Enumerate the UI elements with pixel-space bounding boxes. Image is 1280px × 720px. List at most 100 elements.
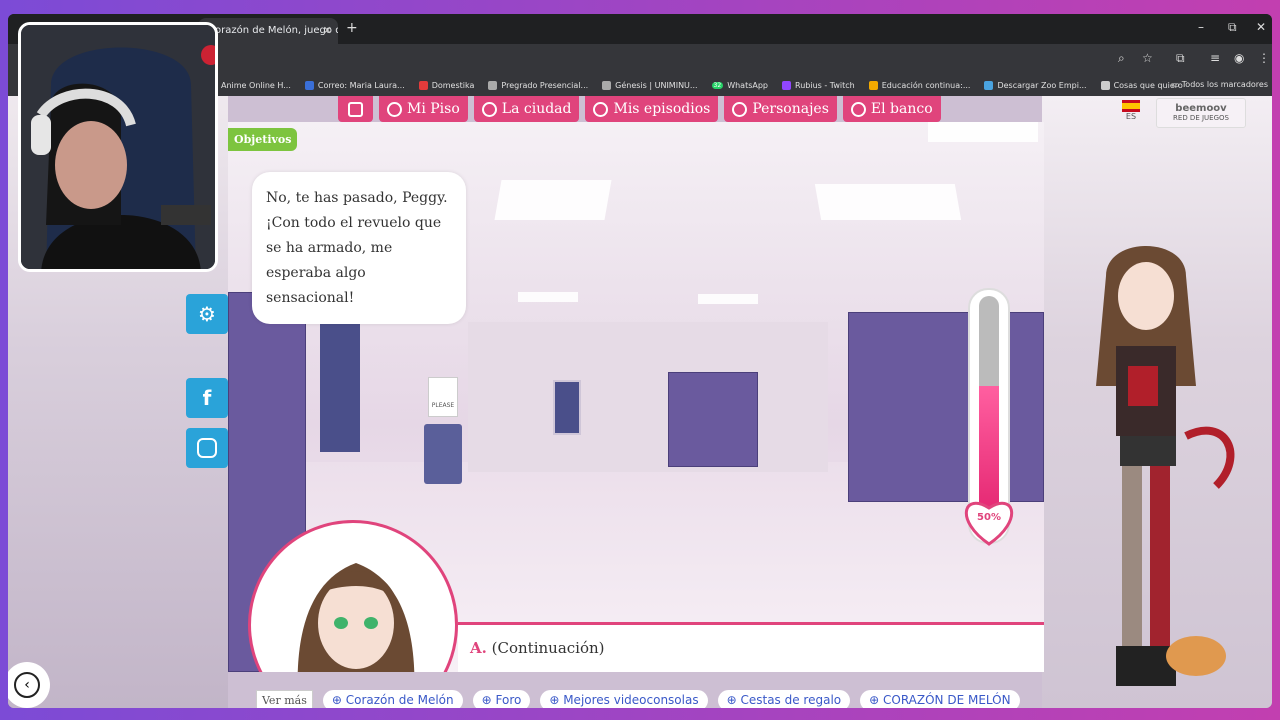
bookmark-label: WhatsApp (727, 80, 769, 90)
beemoov-logo[interactable]: beemoov RED DE JUEGOS (1156, 98, 1246, 128)
bookmark-icon (984, 80, 994, 90)
choice-option[interactable]: A. (Continuación) (470, 639, 605, 657)
bookmark-label: Génesis | UNIMINU... (615, 80, 698, 90)
minimize-button[interactable]: – (1198, 20, 1204, 34)
plus-circle-icon: ⊕ (331, 693, 346, 707)
game-scene: PLEASE Objetivos No, te has pasado, Pegg… (228, 122, 1044, 672)
bookmark-item[interactable]: Pregrado Presencial... (488, 80, 589, 90)
nav-mis-episodios[interactable]: Mis episodios (585, 96, 719, 122)
plus-circle-icon: ⊕ (549, 693, 564, 707)
bookmark-label: Pregrado Presencial... (501, 80, 589, 90)
footer-link[interactable]: ⊕ Cestas de regalo (717, 690, 851, 708)
star-icon[interactable]: ☆ (1142, 51, 1153, 65)
footer-link-label: Mejores videoconsolas (563, 693, 699, 707)
bookmark-icon (418, 80, 428, 90)
bookmark-label: Domestika (431, 80, 475, 90)
bookmark-icon (1100, 80, 1110, 90)
recycle-sign: PLEASE (428, 377, 458, 417)
objectives-button[interactable]: Objetivos (228, 128, 298, 151)
back-door (553, 380, 581, 435)
bookmark-item[interactable]: 32 WhatsApp (711, 80, 769, 90)
dialogue-bubble: No, te has pasado, Peggy. ¡Con todo el r… (252, 172, 466, 324)
hallway-back-wall (468, 322, 828, 472)
tab-title: Corazón de Melón, juego de ar (208, 25, 338, 36)
bookmark-icon (602, 80, 612, 90)
ceiling-light (698, 294, 758, 304)
plus-circle-icon: ⊕ (726, 693, 741, 707)
footer-link-label: Foro (495, 693, 522, 707)
profile-icon[interactable]: ◉ (1234, 51, 1244, 65)
language-selector[interactable]: ES (1120, 100, 1142, 124)
settings-button[interactable]: ⚙ (186, 294, 228, 334)
bookmark-item[interactable]: Correo: Maria Laura... (304, 80, 405, 90)
restore-button[interactable]: ⧉ (1228, 20, 1237, 35)
footer-link[interactable]: ⊕ Foro (472, 690, 531, 708)
new-tab-button[interactable]: + (346, 20, 358, 36)
see-more-button[interactable]: Ver más (256, 690, 313, 708)
ceiling-light (494, 180, 612, 220)
footer-link-label: Corazón de Melón (345, 693, 454, 707)
bookmark-item[interactable]: Educación continua:... (868, 80, 971, 90)
bookmark-icon (782, 80, 792, 90)
bookmark-item[interactable]: Rubius - Twitch (782, 80, 855, 90)
ceiling-light (928, 122, 1038, 142)
bookmark-label: Correo: Maria Laura... (317, 80, 405, 90)
playlist-icon[interactable]: ≡ (1210, 51, 1220, 65)
zoom-icon[interactable]: ⌕ (1118, 51, 1125, 66)
game-nav: Mi Piso La ciudad Mis episodios Personaj… (338, 96, 941, 122)
bookmark-icon (488, 80, 498, 90)
bookmark-item[interactable]: Cosas que quiero (1100, 80, 1183, 90)
whatsapp-badge: 32 (711, 81, 724, 89)
heart-icon (732, 101, 748, 117)
tab-close-icon[interactable]: ✕ (323, 24, 332, 37)
player-character-image (1096, 246, 1235, 686)
bank-icon (850, 101, 866, 117)
gear-icon: ⚙ (198, 302, 216, 326)
lockers-right (848, 312, 1044, 502)
nav-mi-piso[interactable]: Mi Piso (379, 96, 468, 122)
all-bookmarks-button[interactable]: ▭ Todos los marcadores (1172, 80, 1268, 89)
bookmark-item[interactable]: Anime Online H... (208, 80, 291, 90)
bookmark-icon (868, 80, 878, 90)
plus-circle-icon: ⊕ (869, 693, 883, 707)
nav-personajes[interactable]: Personajes (724, 96, 837, 122)
nav-la-ciudad[interactable]: La ciudad (473, 96, 580, 122)
streamer-webcam-image (21, 25, 215, 269)
chevron-left-icon: ‹ (14, 672, 40, 698)
facebook-icon: f (202, 386, 212, 410)
choice-panel: A. (Continuación) (458, 622, 1044, 672)
footer-link[interactable]: ⊕ CORAZÓN DE MELÓN (860, 690, 1020, 708)
nav-el-banco[interactable]: El banco (842, 96, 941, 122)
footer-link-label: Cestas de regalo (740, 693, 842, 707)
instagram-icon (197, 438, 217, 458)
tab-active[interactable]: Corazón de Melón, juego de ar ✕ (198, 18, 338, 44)
love-meter-value: 50% (977, 512, 1001, 523)
ceiling-light (814, 184, 962, 220)
close-window-button[interactable]: ✕ (1256, 20, 1266, 34)
trash-bin (424, 424, 462, 484)
bookmark-item[interactable]: Descargar Zoo Empi... (984, 80, 1087, 90)
extensions-icon[interactable]: ⧉ (1176, 51, 1185, 66)
folder-icon: ▭ (1171, 80, 1182, 89)
bookmark-label: Educación continua:... (881, 80, 971, 90)
bookmark-label: Anime Online H... (221, 80, 291, 90)
footer-link[interactable]: ⊕ Mejores videoconsolas (540, 690, 708, 708)
ceiling-light (518, 292, 578, 302)
footer-link[interactable]: ⊕ Corazón de Melón (322, 690, 463, 708)
nav-home-icon[interactable] (338, 96, 373, 122)
city-icon (481, 101, 497, 117)
left-door (320, 322, 360, 452)
bookmark-label: Descargar Zoo Empi... (997, 80, 1087, 90)
bookmark-item[interactable]: Domestika (418, 80, 475, 90)
facebook-button[interactable]: f (186, 378, 228, 418)
webcam-overlay (18, 22, 218, 272)
home-icon (387, 101, 402, 117)
lockers-middle (668, 372, 758, 467)
instagram-button[interactable] (186, 428, 228, 468)
bookmark-label: Rubius - Twitch (795, 80, 855, 90)
menu-icon[interactable]: ⋮ (1258, 51, 1270, 65)
footer-links: Ver más ⊕ Corazón de Melón ⊕ Foro ⊕ Mejore… (256, 690, 1020, 708)
spain-flag-icon (1122, 100, 1140, 112)
bookmark-icon (304, 80, 314, 90)
bookmark-item[interactable]: Génesis | UNIMINU... (602, 80, 698, 90)
